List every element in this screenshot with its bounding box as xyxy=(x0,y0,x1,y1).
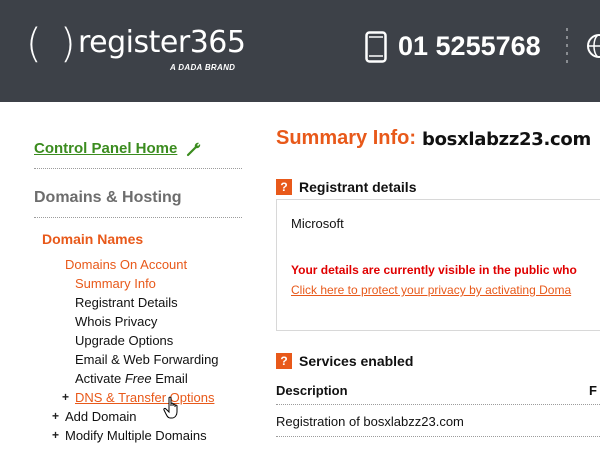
nav-dns-transfer-options[interactable]: DNS & Transfer Options xyxy=(75,388,214,407)
logo-open-paren: ( xyxy=(26,21,42,67)
privacy-warning: Your details are currently visible in th… xyxy=(291,263,577,277)
sidebar-divider xyxy=(34,168,242,169)
column-header-description: Description xyxy=(276,383,348,398)
nav-upgrade-options[interactable]: Upgrade Options xyxy=(75,331,173,350)
phone-icon xyxy=(365,31,387,63)
nav-registrant-details[interactable]: Registrant Details xyxy=(75,293,178,312)
nav-domains-on-account[interactable]: Domains On Account xyxy=(65,255,187,274)
summary-info-label: Summary Info: xyxy=(276,127,417,149)
nav-summary-info[interactable]: Summary Info xyxy=(75,274,156,293)
nav-email-web-forwarding[interactable]: Email & Web Forwarding xyxy=(75,350,219,369)
table-row-divider xyxy=(276,436,600,437)
nav-modify-multiple-domains[interactable]: Modify Multiple Domains xyxy=(65,426,207,445)
logo-tagline: A DADA BRAND xyxy=(170,63,236,72)
services-enabled-title: Services enabled xyxy=(299,353,414,369)
nav-whois-privacy[interactable]: Whois Privacy xyxy=(75,312,157,331)
registrant-help-icon[interactable]: ? xyxy=(276,179,292,195)
table-row: Registration of bosxlabzz23.com xyxy=(276,414,464,429)
registrant-name: Microsoft xyxy=(291,216,344,231)
site-header: ( ) register365 A DADA BRAND 01 5255768 xyxy=(0,0,600,102)
nav-activate-free-email[interactable]: Activate Free Email xyxy=(75,369,188,388)
sidebar-divider xyxy=(34,217,242,218)
nav-add-domain[interactable]: Add Domain xyxy=(65,407,137,426)
column-header-second: F xyxy=(589,383,597,398)
logo-close-paren: ) xyxy=(60,21,76,67)
logo-name[interactable]: register365 xyxy=(78,25,246,61)
registrant-details-title: Registrant details xyxy=(299,179,417,195)
services-help-icon[interactable]: ? xyxy=(276,353,292,369)
protect-privacy-link[interactable]: Click here to protect your privacy by ac… xyxy=(291,283,571,297)
nav-activate-free: Free xyxy=(124,371,152,386)
nav-activate-post: Email xyxy=(151,371,188,386)
control-panel-home-link[interactable]: Control Panel Home xyxy=(34,140,177,157)
phone-number[interactable]: 01 5255768 xyxy=(398,28,541,64)
table-header-divider xyxy=(276,404,600,405)
wrench-icon xyxy=(186,142,201,157)
expand-modify-icon[interactable]: + xyxy=(52,426,59,445)
expand-dns-icon[interactable]: + xyxy=(62,388,69,407)
domains-hosting-heading: Domains & Hosting xyxy=(34,189,182,206)
nav-activate-pre: Activate xyxy=(75,371,125,386)
expand-add-domain-icon[interactable]: + xyxy=(52,407,59,426)
summary-domain-name: bosxlabzz23.com xyxy=(422,129,591,150)
header-separator xyxy=(566,28,568,64)
hand-cursor-icon xyxy=(163,396,178,419)
domain-names-heading[interactable]: Domain Names xyxy=(42,231,143,247)
globe-icon[interactable] xyxy=(586,33,600,59)
